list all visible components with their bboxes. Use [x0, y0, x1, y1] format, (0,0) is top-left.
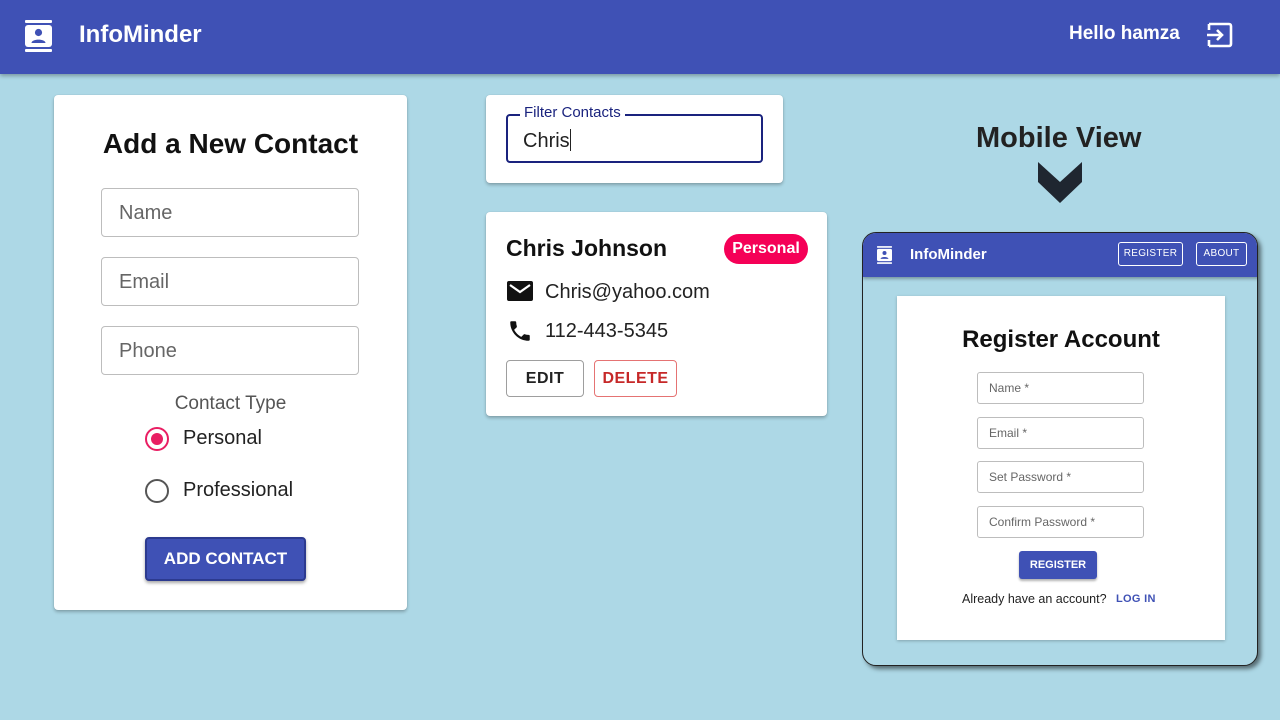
- filter-input[interactable]: Filter Contacts Chris: [506, 104, 763, 163]
- contact-card: Chris Johnson Personal Chris@yahoo.com 1…: [486, 212, 827, 416]
- delete-button[interactable]: DELETE: [594, 360, 677, 397]
- radio-professional-label: Professional: [183, 479, 294, 501]
- phone-input[interactable]: Phone: [101, 326, 359, 375]
- contact-card-icon: [877, 246, 892, 264]
- mobile-app-title[interactable]: InfoMinder: [910, 246, 987, 263]
- mobile-view-label: Mobile View: [976, 122, 1142, 154]
- add-contact-button[interactable]: ADD CONTACT: [145, 537, 306, 581]
- contact-email: Chris@yahoo.com: [545, 281, 710, 303]
- filter-value[interactable]: Chris: [523, 129, 571, 153]
- register-password-field[interactable]: Set Password *: [977, 461, 1144, 493]
- text-caret: [569, 129, 571, 151]
- user-greeting: Hello hamza: [1069, 23, 1180, 44]
- radio-checked-icon[interactable]: [145, 427, 169, 451]
- name-input[interactable]: Name: [101, 188, 359, 237]
- contact-type-badge: Personal: [724, 234, 808, 264]
- register-title: Register Account: [962, 326, 1160, 353]
- radio-personal-label: Personal: [183, 427, 262, 449]
- register-confirm-password-field[interactable]: Confirm Password *: [977, 506, 1144, 538]
- register-email-field[interactable]: Email *: [977, 417, 1144, 449]
- app-bar: InfoMinder Hello hamza: [0, 0, 1280, 74]
- logout-icon[interactable]: [1205, 21, 1233, 49]
- mobile-app-bar: InfoMinder REGISTER ABOUT: [863, 233, 1257, 277]
- chevron-down-icon: [1038, 162, 1082, 203]
- mobile-nav-register[interactable]: REGISTER: [1118, 242, 1183, 266]
- email-input[interactable]: Email: [101, 257, 359, 306]
- login-link[interactable]: LOG IN: [1116, 593, 1156, 605]
- contact-name: Chris Johnson: [506, 235, 668, 261]
- register-card: Register Account Name * Email * Set Pass…: [897, 296, 1225, 640]
- edit-button[interactable]: EDIT: [506, 360, 584, 397]
- mobile-nav-about[interactable]: ABOUT: [1196, 242, 1247, 266]
- register-name-field[interactable]: Name *: [977, 372, 1144, 404]
- email-icon: [507, 281, 533, 301]
- mobile-preview: InfoMinder REGISTER ABOUT Register Accou…: [862, 232, 1258, 666]
- register-button[interactable]: REGISTER: [1019, 551, 1097, 579]
- contact-card-icon: [25, 20, 52, 52]
- app-title[interactable]: InfoMinder: [79, 21, 202, 49]
- phone-icon: [510, 321, 530, 341]
- add-contact-card: Add a New Contact Name Email Phone Conta…: [54, 95, 407, 610]
- already-account-text: Already have an account?: [962, 592, 1107, 606]
- filter-card: Filter Contacts Chris: [486, 95, 783, 183]
- radio-unchecked-icon[interactable]: [145, 479, 169, 503]
- contact-phone: 112-443-5345: [545, 320, 669, 342]
- filter-label: Filter Contacts: [520, 104, 625, 121]
- add-contact-title: Add a New Contact: [102, 128, 359, 159]
- contact-type-label: Contact Type: [174, 393, 287, 414]
